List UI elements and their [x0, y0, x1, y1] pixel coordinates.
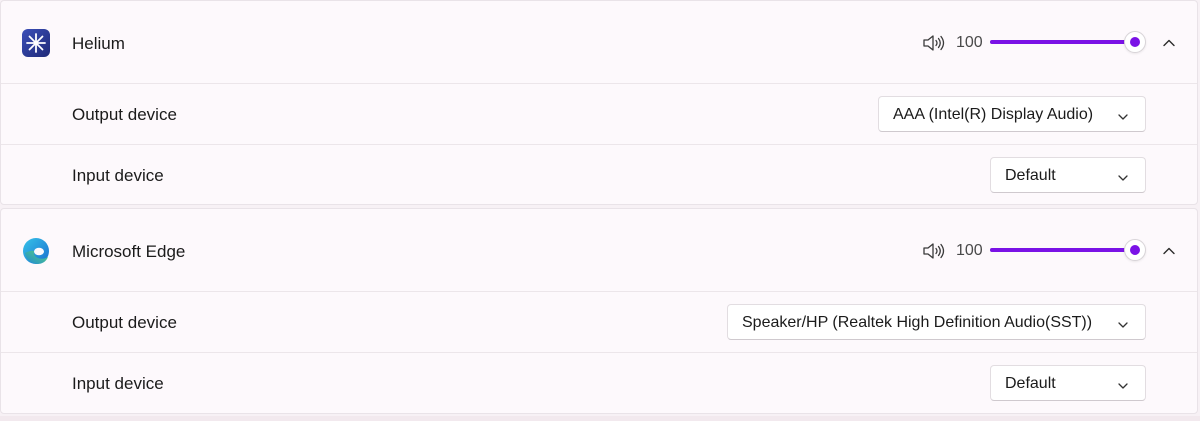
collapse-chevron-up-icon[interactable]: [1157, 239, 1181, 263]
helium-app-icon: [21, 28, 51, 58]
app-name: Helium: [72, 34, 125, 53]
app-header-microsoft-edge[interactable]: Microsoft Edge 100: [1, 209, 1197, 291]
app-name: Microsoft Edge: [72, 242, 186, 261]
app-volume-settings: Helium 100 Output device AAA (Intel(R) D…: [0, 0, 1200, 421]
app-card-helium: Helium 100 Output device AAA (Intel(R) D…: [0, 0, 1198, 205]
collapse-chevron-up-icon[interactable]: [1157, 31, 1181, 55]
volume-slider[interactable]: [990, 239, 1148, 261]
chevron-down-icon: [1117, 317, 1129, 328]
slider-fill: [990, 40, 1130, 44]
chevron-down-icon: [1117, 109, 1129, 120]
speaker-icon[interactable]: [921, 240, 945, 262]
input-device-dropdown[interactable]: Default: [990, 157, 1146, 193]
output-device-dropdown[interactable]: AAA (Intel(R) Display Audio): [878, 96, 1146, 132]
volume-slider[interactable]: [990, 31, 1148, 53]
speaker-icon[interactable]: [921, 32, 945, 54]
dropdown-value: Default: [1005, 167, 1056, 184]
input-device-row: Input device Default: [1, 144, 1197, 205]
input-device-label: Input device: [72, 374, 164, 393]
slider-thumb[interactable]: [1124, 31, 1146, 53]
slider-thumb[interactable]: [1124, 239, 1146, 261]
output-device-dropdown[interactable]: Speaker/HP (Realtek High Definition Audi…: [727, 304, 1146, 340]
chevron-down-icon: [1117, 170, 1129, 181]
dropdown-value: Default: [1005, 375, 1056, 392]
input-device-label: Input device: [72, 166, 164, 185]
dropdown-value: AAA (Intel(R) Display Audio): [893, 106, 1094, 123]
slider-fill: [990, 248, 1130, 252]
next-card-edge: [0, 416, 1200, 421]
volume-value: 100: [956, 242, 983, 259]
output-device-label: Output device: [72, 105, 177, 124]
input-device-row: Input device Default: [1, 352, 1197, 413]
dropdown-value: Speaker/HP (Realtek High Definition Audi…: [742, 314, 1093, 331]
output-device-row: Output device Speaker/HP (Realtek High D…: [1, 291, 1197, 352]
input-device-dropdown[interactable]: Default: [990, 365, 1146, 401]
chevron-down-icon: [1117, 378, 1129, 389]
app-header-helium[interactable]: Helium 100: [1, 1, 1197, 83]
output-device-label: Output device: [72, 313, 177, 332]
volume-value: 100: [956, 34, 983, 51]
edge-app-icon: [21, 236, 51, 266]
output-device-row: Output device AAA (Intel(R) Display Audi…: [1, 83, 1197, 144]
app-card-microsoft-edge: Microsoft Edge 100 Output device Speaker…: [0, 208, 1198, 414]
